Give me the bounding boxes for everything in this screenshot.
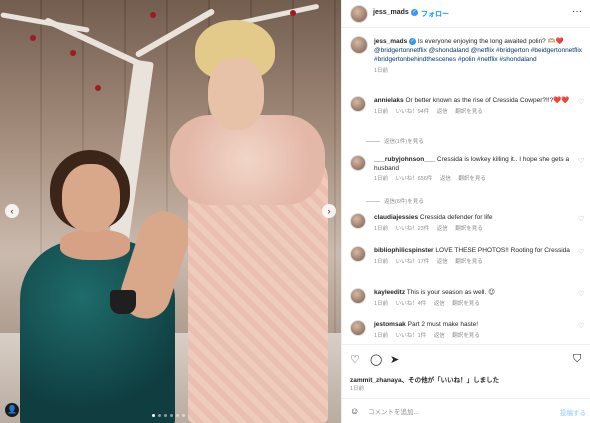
share-icon[interactable]: ➤ (390, 353, 399, 366)
commenter-avatar[interactable] (350, 320, 366, 336)
comment-username[interactable]: ___rubyjohnson___ (374, 156, 435, 163)
comment-text: Cressida defender for life (419, 214, 493, 221)
post-image[interactable]: ‹ › 👤 (0, 0, 341, 423)
post-comment-button[interactable]: 投稿する (560, 407, 586, 417)
comment-time: 1日前 (374, 176, 389, 182)
comment-time: 1日前 (374, 332, 389, 339)
commenter-avatar[interactable] (350, 213, 366, 229)
bookmark-icon[interactable]: ⛉ (573, 353, 581, 366)
comment-username[interactable]: kayleeditz (374, 289, 405, 296)
caption-username[interactable]: jess_mads (374, 38, 407, 45)
commenter-avatar[interactable] (350, 246, 366, 262)
comment-likes[interactable]: いいね！4件 (396, 301, 427, 307)
carousel-dot (182, 414, 185, 417)
carousel-dot (176, 414, 179, 417)
comment-time: 1日前 (374, 108, 389, 115)
carousel-next-button[interactable]: › (322, 204, 336, 218)
carousel-dot (170, 414, 173, 417)
teacup (110, 290, 136, 314)
berry (30, 35, 36, 41)
comment-reply-button[interactable]: 返信 (434, 333, 445, 339)
comment-text: Part 2 must make haste! (407, 321, 479, 328)
liked-by-summary: zammit_zhanaya、その他が「いいね！」しました (350, 374, 499, 384)
comment-translate-button[interactable]: 翻訳を見る (452, 333, 480, 339)
berry (95, 85, 101, 91)
carousel-dot (152, 414, 155, 417)
comment-likes[interactable]: いいね！656件 (396, 176, 433, 182)
comment-translate-button[interactable]: 翻訳を見る (455, 226, 483, 232)
carousel-prev-button[interactable]: ‹ (5, 204, 19, 218)
more-options-icon[interactable]: ··· (572, 6, 582, 17)
comment-reply-button[interactable]: 返信 (434, 301, 445, 307)
caption-time: 1日前 (374, 68, 389, 74)
comment-likes[interactable]: いいね！1件 (396, 333, 427, 339)
caption-hashtags[interactable]: @bridgertonnetflix @shondaland @netflix … (374, 47, 582, 63)
comment-username[interactable]: jestomsak (374, 321, 406, 328)
berry (150, 12, 156, 18)
person-teal-dress (10, 150, 196, 423)
add-comment-bar: ☺ 投稿する (342, 398, 590, 423)
comment-input[interactable] (368, 407, 538, 417)
comment-username[interactable]: annielaks (374, 97, 404, 104)
carousel-dot (164, 414, 167, 417)
view-replies-button[interactable]: 返信(6件)を見る (366, 197, 424, 205)
berry (290, 10, 296, 16)
comment-like-icon[interactable]: ♡ (578, 248, 584, 256)
comment-username[interactable]: claudiajessies (374, 214, 418, 221)
comment-likes[interactable]: いいね！17件 (396, 259, 430, 265)
commenter-avatar[interactable] (350, 155, 366, 171)
comment-text: This is your season as well. 😉 (406, 289, 495, 296)
commenter-avatar[interactable] (350, 288, 366, 304)
comment-time: 1日前 (374, 300, 389, 307)
comment-like-icon[interactable]: ♡ (578, 215, 584, 223)
post-header: jess_mads ✓ フォロー ··· (342, 0, 590, 28)
comment-like-icon[interactable]: ♡ (578, 98, 584, 106)
comment-time: 1日前 (374, 225, 389, 232)
carousel-indicator (152, 414, 185, 417)
comment-icon[interactable]: ◯ (370, 353, 382, 366)
comment-username[interactable]: bibliophilicspinster (374, 247, 434, 254)
comment-reply-button[interactable]: 返信 (440, 176, 451, 182)
carousel-dot (158, 414, 161, 417)
post-actions-bar: ♡ ◯ ➤ ⛉ (342, 344, 590, 372)
author-avatar[interactable] (350, 36, 368, 54)
comment-reply-button[interactable]: 返信 (437, 259, 448, 265)
post-side-panel: jess_mads ✓ フォロー ··· jess_mads ✓ Is ever… (341, 0, 590, 423)
person-pink-dress (170, 20, 340, 423)
comment-text: Or better known as the rise of Cressida … (405, 97, 570, 104)
view-replies-button[interactable]: 返信(1件)を見る (366, 137, 424, 145)
liked-by-username[interactable]: zammit_zhanaya (350, 377, 402, 384)
comment-likes[interactable]: いいね！23件 (396, 226, 430, 232)
follow-button[interactable]: フォロー (421, 9, 449, 19)
author-username[interactable]: jess_mads (373, 9, 409, 16)
verified-icon: ✓ (409, 37, 417, 45)
caption-text: Is everyone enjoying the long awaited po… (417, 38, 564, 45)
comment-translate-button[interactable]: 翻訳を見る (455, 109, 483, 115)
berry (70, 50, 76, 56)
comment-translate-button[interactable]: 翻訳を見る (458, 176, 486, 182)
comment-time: 1日前 (374, 258, 389, 265)
liked-by-text[interactable]: 、その他が「いいね！」しました (402, 377, 500, 384)
like-icon[interactable]: ♡ (350, 353, 360, 366)
verified-icon: ✓ (411, 9, 418, 16)
post-date: 1日前 (350, 386, 365, 392)
emoji-icon[interactable]: ☺ (350, 406, 359, 416)
comment-reply-button[interactable]: 返信 (437, 226, 448, 232)
comment-text: LOVE THESE PHOTOS!! Rooting for Cressida (435, 247, 570, 254)
comment-translate-button[interactable]: 翻訳を見る (452, 301, 480, 307)
comment-like-icon[interactable]: ♡ (578, 290, 584, 298)
comment-like-icon[interactable]: ♡ (578, 322, 584, 330)
comment-likes[interactable]: いいね！94件 (396, 109, 430, 115)
comment-reply-button[interactable]: 返信 (437, 109, 448, 115)
commenter-avatar[interactable] (350, 96, 366, 112)
user-tags-icon[interactable]: 👤 (5, 403, 19, 417)
author-avatar[interactable] (350, 5, 368, 23)
comment-like-icon[interactable]: ♡ (578, 157, 584, 165)
comment-translate-button[interactable]: 翻訳を見る (455, 259, 483, 265)
